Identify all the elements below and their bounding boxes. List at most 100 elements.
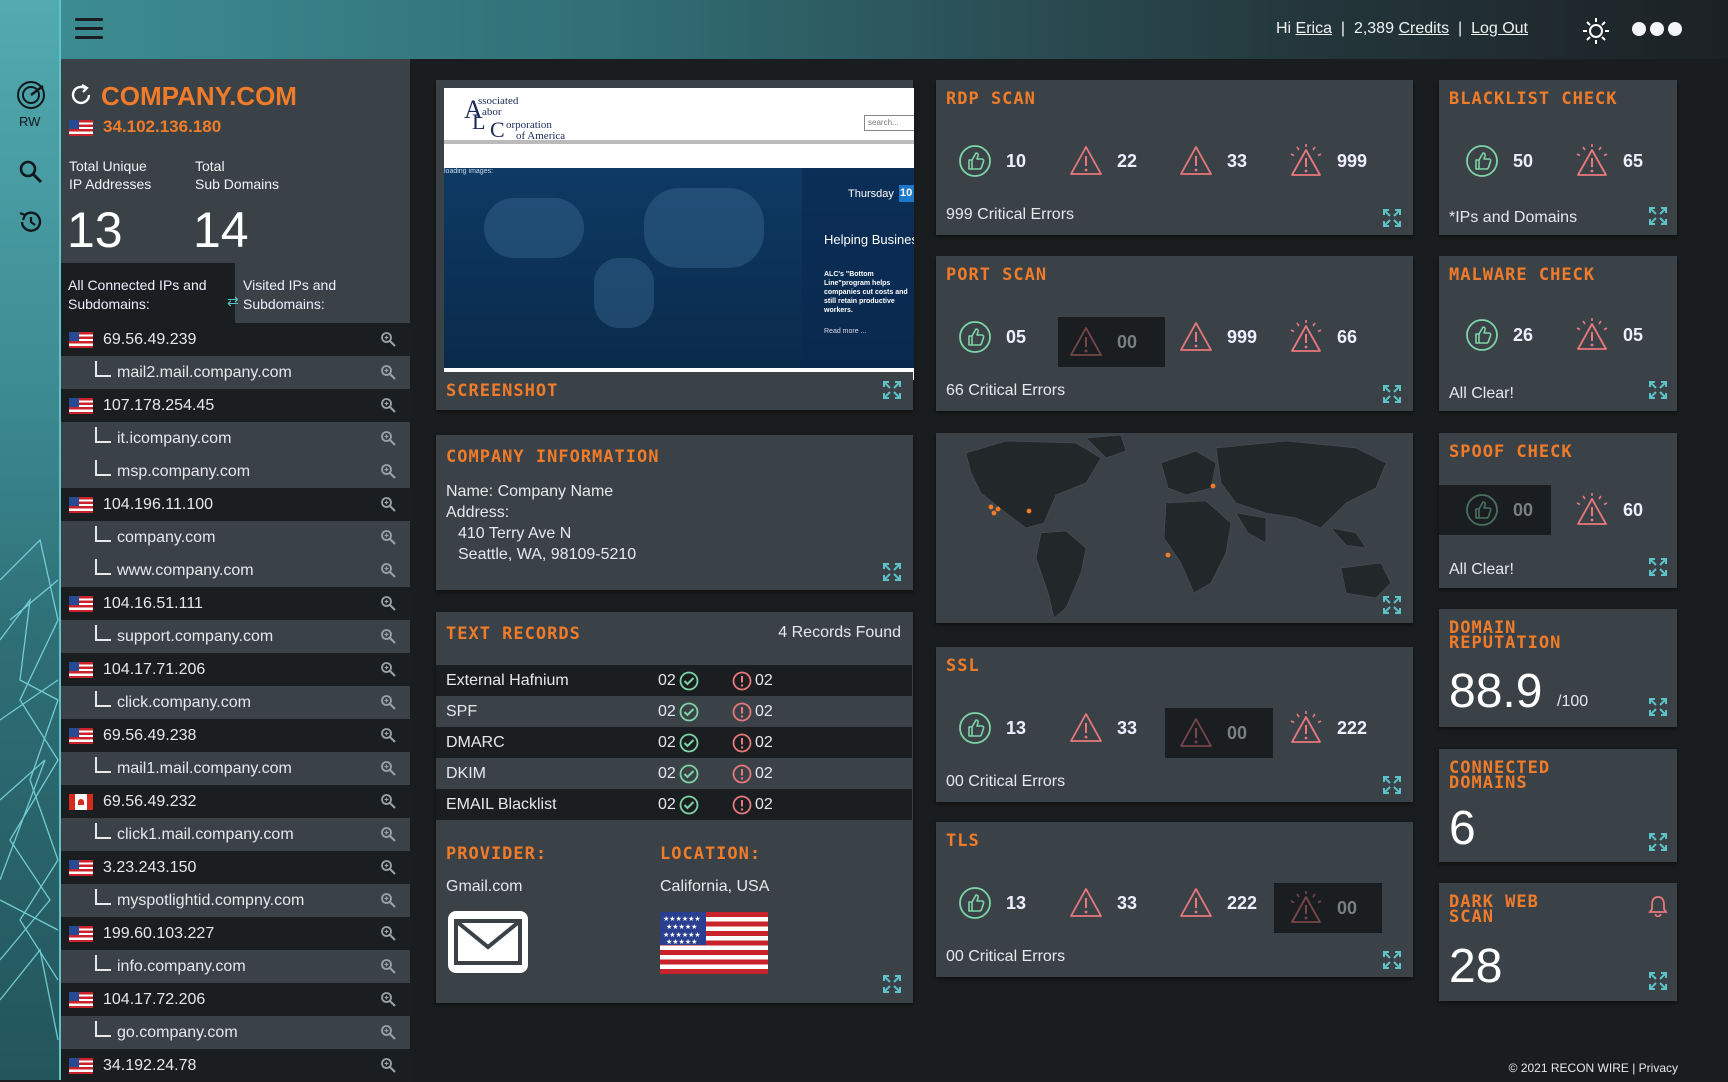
magnify-icon[interactable]	[380, 760, 396, 776]
ip-row[interactable]: 69.56.49.232	[61, 785, 410, 818]
tab-all-connected[interactable]: All Connected IPs and Subdomains:	[61, 263, 235, 323]
magnify-icon[interactable]	[380, 1057, 396, 1073]
record-row[interactable]: SPF 02 02	[436, 696, 912, 727]
magnify-icon[interactable]	[380, 859, 396, 875]
search-icon[interactable]	[16, 157, 46, 187]
subdomain-row[interactable]: mail1.mail.company.com	[61, 752, 410, 785]
expand-icon[interactable]	[1648, 380, 1668, 400]
magnify-icon[interactable]	[380, 892, 396, 908]
user-link[interactable]: Erica	[1296, 20, 1332, 37]
logout-link[interactable]: Log Out	[1471, 20, 1528, 37]
ip-row[interactable]: 34.192.24.78	[61, 1049, 410, 1082]
ip-row[interactable]: 104.196.11.100	[61, 488, 410, 521]
blacklist-pass-count: 50	[1513, 150, 1534, 171]
magnify-icon[interactable]	[380, 397, 396, 413]
sidebar: COMPANY.COM 34.102.136.180 Total Unique …	[61, 59, 410, 1082]
subdomain-row[interactable]: company.com	[61, 521, 410, 554]
subdomain-row[interactable]: click1.mail.company.com	[61, 818, 410, 851]
record-ok-count: 02	[658, 671, 676, 689]
credits-link[interactable]: Credits	[1398, 20, 1449, 37]
subdomain-row[interactable]: www.company.com	[61, 554, 410, 587]
record-row[interactable]: DMARC 02 02	[436, 727, 912, 758]
record-row[interactable]: External Hafnium 02 02	[436, 665, 912, 696]
website-thumbnail[interactable]: A ssociated L abor C orporation of Ameri…	[444, 88, 914, 380]
record-row[interactable]: DKIM 02 02	[436, 758, 912, 789]
magnify-icon[interactable]	[380, 496, 396, 512]
subdomain-row[interactable]: mail2.mail.company.com	[61, 356, 410, 389]
magnify-icon[interactable]	[380, 958, 396, 974]
warning-icon	[1069, 144, 1103, 178]
subdomain-row[interactable]: myspotlightid.compny.com	[61, 884, 410, 917]
magnify-icon[interactable]	[380, 562, 396, 578]
magnify-icon[interactable]	[380, 727, 396, 743]
expand-icon[interactable]	[1648, 697, 1668, 717]
magnify-icon[interactable]	[380, 331, 396, 347]
world-map[interactable]	[936, 433, 1413, 623]
magnify-icon[interactable]	[380, 793, 396, 809]
refresh-icon[interactable]	[69, 83, 93, 107]
magnify-icon[interactable]	[380, 991, 396, 1007]
subdomain-name: mail2.mail.company.com	[117, 363, 292, 381]
expand-icon[interactable]	[1382, 208, 1402, 228]
malware-title: MALWARE CHECK	[1449, 265, 1596, 285]
reputation-value: 88.9	[1449, 665, 1543, 718]
subdomain-row[interactable]: click.company.com	[61, 686, 410, 719]
ip-row[interactable]: 199.60.103.227	[61, 917, 410, 950]
tls-title: TLS	[946, 831, 980, 851]
expand-icon[interactable]	[1648, 971, 1668, 991]
expand-icon[interactable]	[1648, 832, 1668, 852]
ip-row[interactable]: 69.56.49.239	[61, 323, 410, 356]
magnify-icon[interactable]	[380, 628, 396, 644]
connected-title: CONNECTED DOMAINS	[1449, 758, 1551, 793]
ip-row[interactable]: 104.17.71.206	[61, 653, 410, 686]
magnify-icon[interactable]	[380, 694, 396, 710]
blacklist-critical-count: 65	[1623, 150, 1644, 171]
magnify-icon[interactable]	[380, 529, 396, 545]
ip-row[interactable]: 3.23.243.150	[61, 851, 410, 884]
expand-icon[interactable]	[1648, 206, 1668, 226]
magnify-icon[interactable]	[380, 463, 396, 479]
ip-row[interactable]: 104.16.51.111	[61, 587, 410, 620]
magnify-icon[interactable]	[380, 925, 396, 941]
port-critical: 66	[1289, 320, 1357, 354]
darkweb-title: DARK WEB SCAN	[1449, 892, 1539, 927]
subdomain-row[interactable]: go.company.com	[61, 1016, 410, 1049]
magnify-icon[interactable]	[380, 595, 396, 611]
privacy-link[interactable]: Privacy	[1639, 1061, 1678, 1075]
ip-row[interactable]: 104.17.72.206	[61, 983, 410, 1016]
subdomain-row[interactable]: it.icompany.com	[61, 422, 410, 455]
subdomain-name: mail1.mail.company.com	[117, 759, 292, 777]
expand-icon[interactable]	[1648, 557, 1668, 577]
ip-row[interactable]: 107.178.254.45	[61, 389, 410, 422]
logo-icon[interactable]	[16, 80, 46, 110]
history-icon[interactable]	[16, 207, 46, 237]
hamburger-icon[interactable]	[75, 18, 103, 40]
magnify-icon[interactable]	[380, 1024, 396, 1040]
expand-icon[interactable]	[882, 562, 902, 582]
stat-subdomain-value: 14	[193, 202, 249, 258]
sub-arrow-icon	[95, 888, 111, 905]
expand-icon[interactable]	[882, 974, 902, 994]
expand-icon[interactable]	[1382, 595, 1402, 615]
record-row[interactable]: EMAIL Blacklist 02 02	[436, 789, 912, 820]
ip-row[interactable]: 69.56.49.238	[61, 719, 410, 752]
subdomain-row[interactable]: info.company.com	[61, 950, 410, 983]
tab-visited[interactable]: Visited IPs and Subdomains:	[235, 263, 410, 323]
subdomain-row[interactable]: msp.company.com	[61, 455, 410, 488]
subdomain-row[interactable]: support.company.com	[61, 620, 410, 653]
bell-icon[interactable]	[1647, 895, 1669, 917]
expand-icon[interactable]	[1382, 384, 1402, 404]
dark-web-card: DARK WEB SCAN 28	[1439, 883, 1677, 1001]
ip-address: 104.17.72.206	[103, 990, 206, 1008]
rdp-footer: 999 Critical Errors	[946, 206, 1075, 223]
expand-icon[interactable]	[1382, 950, 1402, 970]
more-icon[interactable]	[1632, 22, 1682, 36]
record-err: 02	[732, 671, 773, 691]
sun-icon[interactable]	[1583, 18, 1609, 44]
expand-icon[interactable]	[882, 380, 902, 400]
magnify-icon[interactable]	[380, 661, 396, 677]
magnify-icon[interactable]	[380, 826, 396, 842]
expand-icon[interactable]	[1382, 775, 1402, 795]
magnify-icon[interactable]	[380, 364, 396, 380]
magnify-icon[interactable]	[380, 430, 396, 446]
